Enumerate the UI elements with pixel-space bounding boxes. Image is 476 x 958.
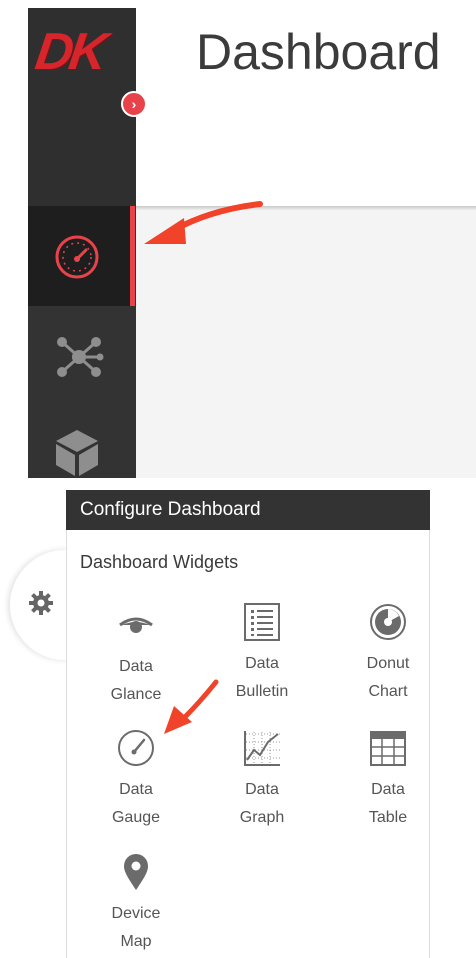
widget-data-gauge[interactable]: Data Gauge	[86, 728, 186, 838]
cube-icon	[56, 430, 98, 476]
page-title: Dashboard	[196, 24, 441, 80]
widget-label-line1: Data	[245, 781, 279, 798]
sidebar-item-network[interactable]	[28, 306, 136, 406]
widget-label: Donut Chart	[338, 650, 438, 706]
widget-label-line1: Donut	[366, 655, 410, 672]
panel-header: Configure Dashboard	[66, 490, 430, 530]
gear-icon[interactable]	[28, 590, 54, 616]
network-nodes-icon	[57, 337, 104, 377]
widget-data-graph[interactable]: Data Graph	[212, 728, 312, 838]
bulletin-list-icon	[244, 603, 280, 641]
table-grid-icon	[370, 731, 406, 766]
logo: DK	[31, 23, 108, 81]
widget-label: Data Bulletin	[212, 650, 312, 706]
widget-label-line1: Data	[245, 655, 279, 672]
sidebar-item-dashboard[interactable]	[28, 206, 130, 306]
section-title: Dashboard Widgets	[80, 552, 239, 572]
gauge-icon	[118, 730, 154, 766]
widget-label: Data Graph	[212, 776, 312, 832]
map-pin-icon	[124, 854, 148, 890]
widget-label-line2: Gauge	[111, 809, 161, 826]
widget-label-line1: Device	[111, 905, 161, 922]
widget-label-line2: Table	[368, 809, 408, 826]
widget-label-line2: Bulletin	[235, 683, 289, 700]
line-graph-icon	[244, 731, 280, 766]
left-margin	[0, 0, 28, 478]
expand-sidebar-button[interactable]: ›	[121, 91, 147, 117]
active-nav-indicator	[130, 206, 135, 306]
dashboard-view: DK › Dashboard	[0, 0, 476, 478]
widget-label-line2: Graph	[239, 809, 285, 826]
sidebar-item-devices[interactable]	[28, 406, 136, 478]
screenshot-separator	[0, 478, 476, 490]
annotation-arrow-icon	[164, 679, 219, 734]
eye-icon	[119, 617, 153, 633]
widget-label-line2: Chart	[368, 683, 408, 700]
annotation-arrow-icon	[144, 201, 263, 244]
widget-label-line1: Data	[119, 658, 153, 675]
logo-area: DK	[28, 8, 136, 206]
widget-device-map[interactable]: Device Map	[86, 852, 186, 958]
widget-donut-chart[interactable]: Donut Chart	[338, 602, 438, 712]
widget-data-table[interactable]: Data Table	[338, 728, 438, 838]
widget-label: Data Table	[338, 776, 438, 832]
widget-label: Data Gauge	[86, 776, 186, 832]
widget-label-line2: Map	[120, 933, 152, 950]
configure-dashboard-view: Configure Dashboard Dashboard Widgets Da…	[0, 490, 476, 958]
widget-data-bulletin[interactable]: Data Bulletin	[212, 602, 312, 712]
donut-chart-icon	[370, 604, 406, 640]
widget-label: Device Map	[86, 900, 186, 956]
widget-label-line1: Data	[119, 781, 153, 798]
speedometer-icon	[55, 235, 99, 279]
widget-label-line1: Data	[371, 781, 405, 798]
